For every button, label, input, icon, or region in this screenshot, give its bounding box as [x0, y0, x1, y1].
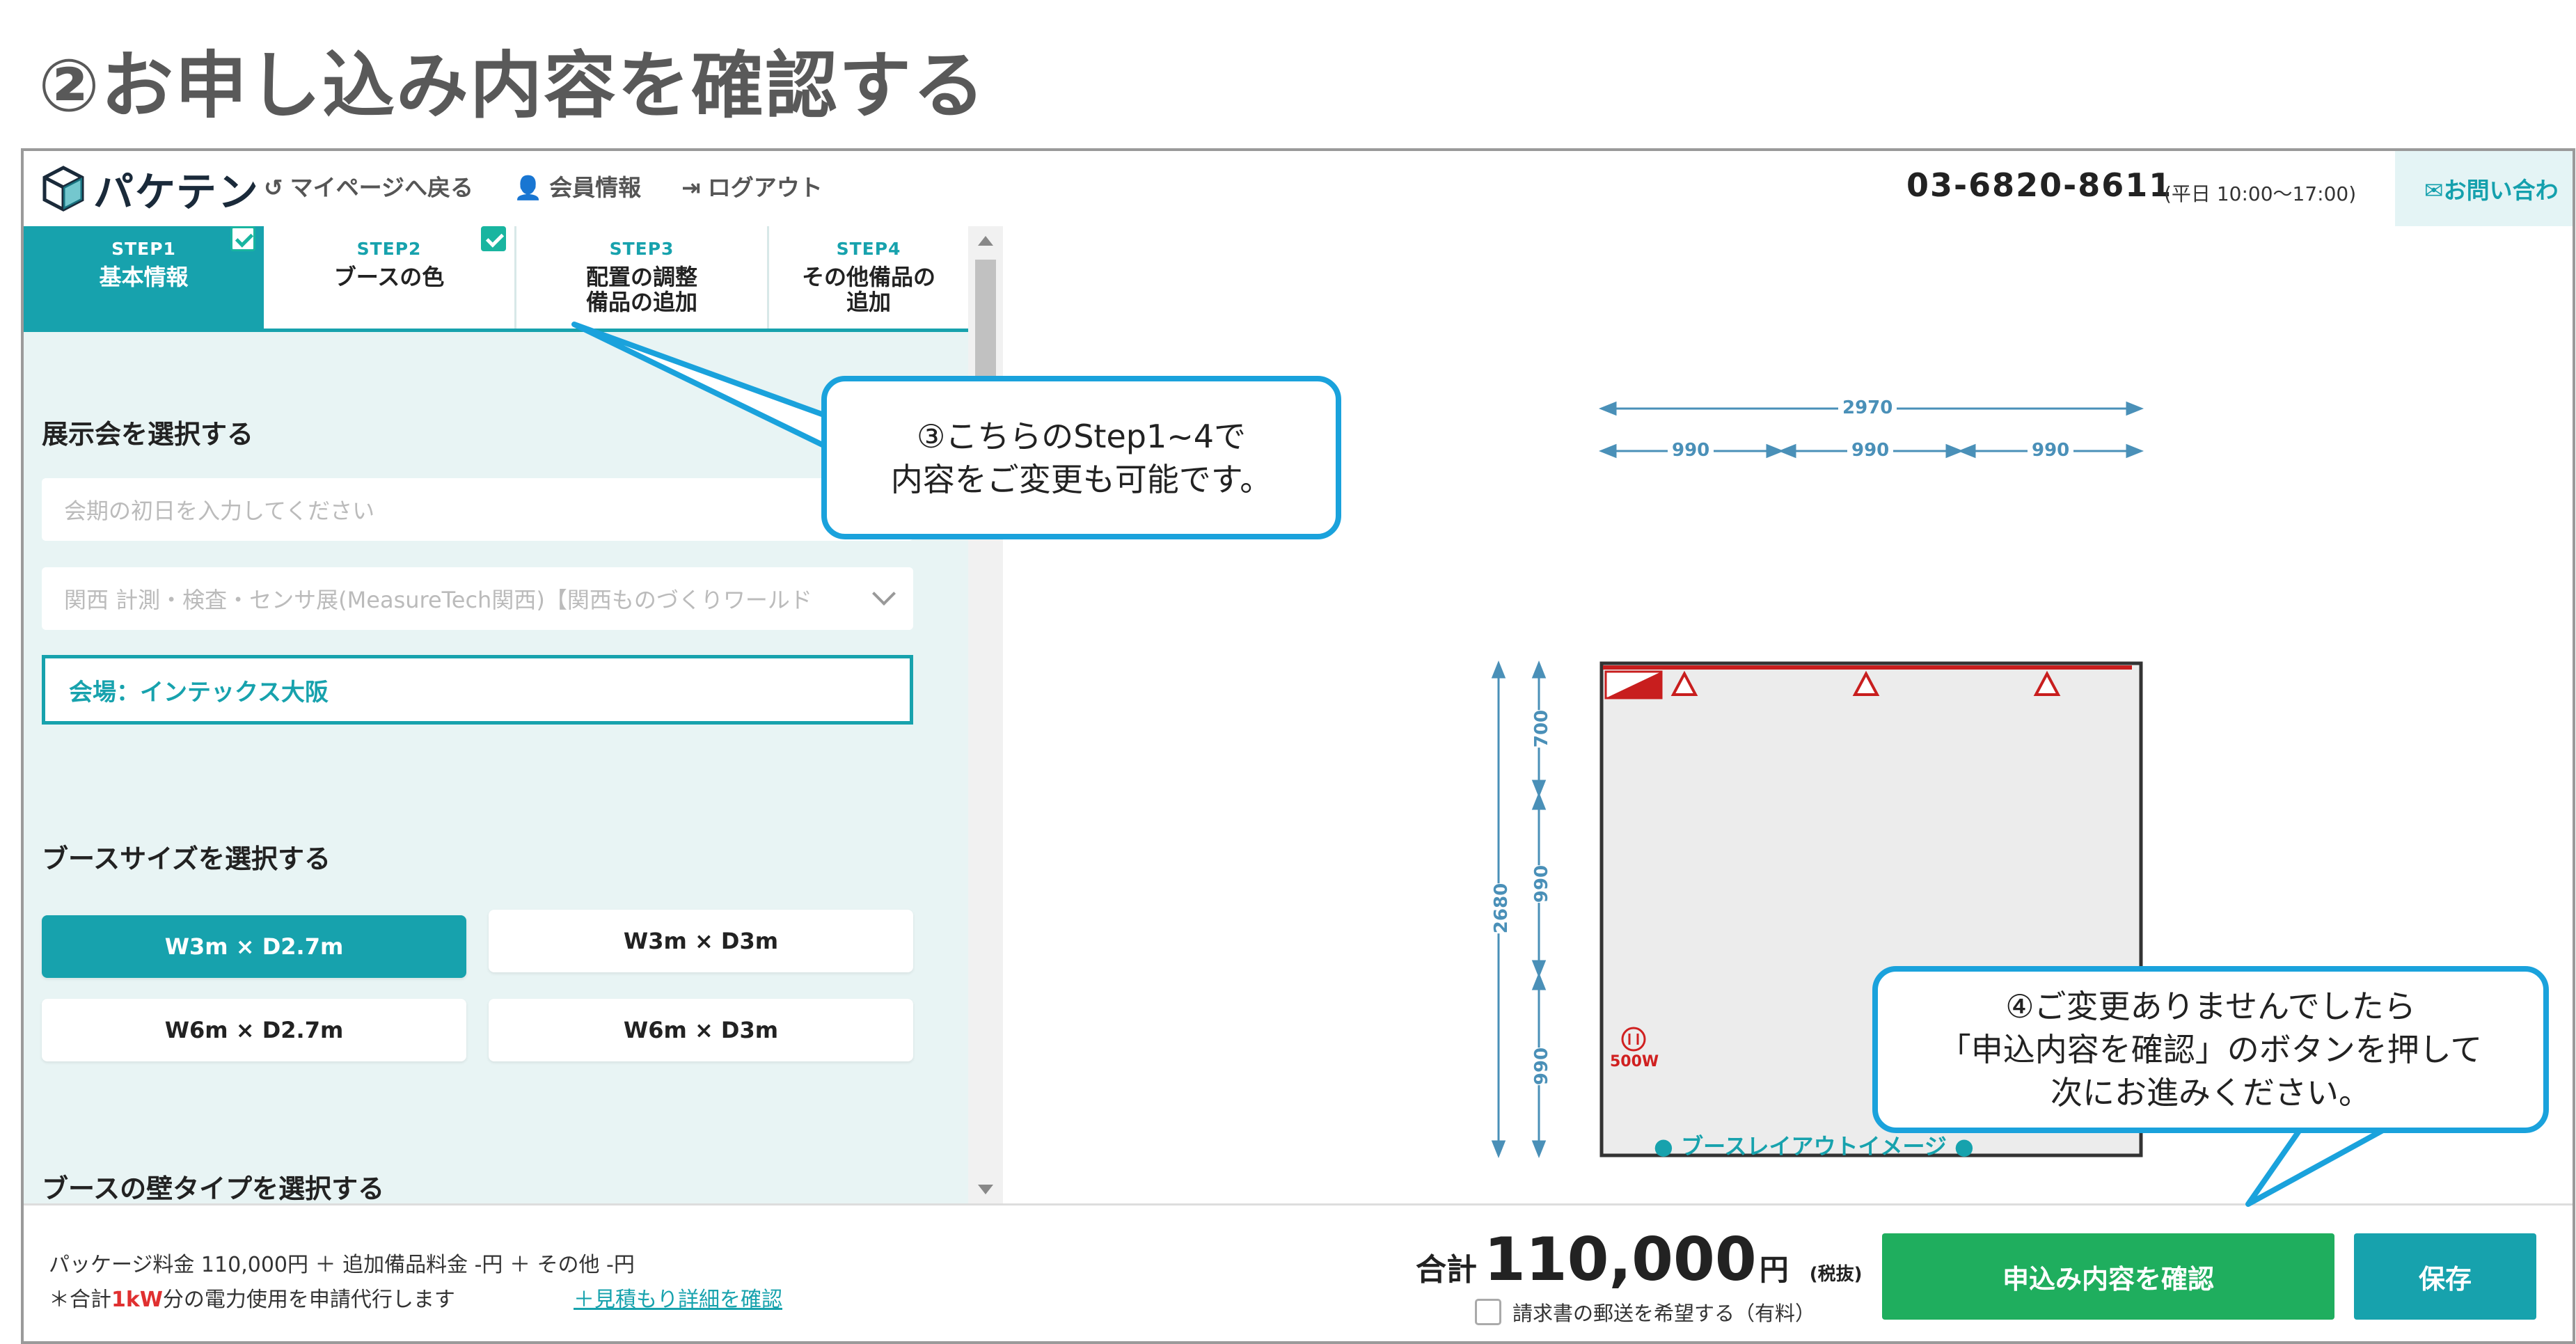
- step1-label: 基本情報: [99, 264, 189, 290]
- app-header: パケテン ↺ マイページへ戻る 👤 会員情報 ⇥ ログアウト 03-6820-8611…: [24, 151, 2573, 226]
- total-label: 合計: [1416, 1252, 1477, 1288]
- phone-number: 03-6820-8611: [1906, 166, 2173, 204]
- step3-num: STEP3: [609, 239, 674, 259]
- total-price: 合計 110,000 円 (税抜): [1416, 1225, 1863, 1295]
- box-logo-icon: [42, 166, 84, 212]
- venue-display: 会場：インテックス大阪: [42, 655, 913, 725]
- date-input[interactable]: 会期の初日を入力してください: [42, 478, 913, 541]
- estimate-detail-link[interactable]: ＋見積もり詳細を確認: [574, 1282, 782, 1313]
- mail-option[interactable]: 請求書の郵送を希望する（有料）: [1475, 1297, 1815, 1327]
- price-footer: パッケージ料金 110,000円 ＋ 追加備品料金 -円 ＋ その他 -円 ＊合…: [24, 1203, 2573, 1341]
- wall-type-heading: ブースの壁タイプを選択する: [42, 1173, 385, 1204]
- nav-member-link[interactable]: 👤 会員情報: [514, 169, 641, 203]
- width-total-label: 2970: [1838, 397, 1897, 418]
- width-seg-label: 990: [1668, 440, 1714, 461]
- step1-num: STEP1: [111, 239, 176, 259]
- layout-caption: ● ブースレイアウトイメージ ●: [1654, 1133, 1974, 1160]
- check-icon: [230, 226, 255, 251]
- size-option-w6-d3[interactable]: W6m × D3m: [489, 999, 913, 1061]
- size-option-w3-d3[interactable]: W3m × D3m: [489, 910, 913, 972]
- tab-step4[interactable]: STEP4 その他備品の 追加: [769, 226, 968, 329]
- tab-step1[interactable]: STEP1 基本情報: [24, 226, 264, 329]
- step2-label: ブースの色: [333, 264, 445, 290]
- step4-label: その他備品の 追加: [801, 264, 935, 315]
- total-value: 110,000: [1484, 1225, 1757, 1295]
- confirm-callout-line3: 次にお進みください。: [2050, 1074, 2371, 1112]
- slide-title: ②お申し込み内容を確認する: [38, 43, 987, 128]
- contact-button[interactable]: ✉お問い合わ: [2395, 151, 2573, 226]
- tax-note: (税抜): [1809, 1264, 1863, 1285]
- power-label: 500W: [1610, 1053, 1659, 1070]
- step3-label: 配置の調整 備品の追加: [585, 264, 697, 315]
- exhibition-heading: 展示会を選択する: [42, 419, 254, 450]
- nav-mypage-label: マイページへ戻る: [290, 174, 473, 201]
- user-icon: 👤: [514, 174, 543, 201]
- nav-member-label: 会員情報: [549, 174, 642, 201]
- width-seg-label: 990: [1847, 440, 1894, 461]
- save-button[interactable]: 保存: [2354, 1233, 2536, 1320]
- business-hours: (平日 10:00～17:00): [2164, 182, 2357, 205]
- scroll-up-icon[interactable]: [978, 236, 993, 246]
- step-callout-line2: 内容をご変更も可能です。: [890, 460, 1272, 498]
- width-seg-label: 990: [2028, 440, 2074, 461]
- step4-num: STEP4: [836, 239, 901, 259]
- tab-step2[interactable]: STEP2 ブースの色: [264, 226, 514, 329]
- header-nav: ↺ マイページへ戻る 👤 会員情報 ⇥ ログアウト: [264, 169, 823, 203]
- depth-total-label: 2680: [1491, 883, 1512, 934]
- size-option-w3-d27[interactable]: W3m × D2.7m: [42, 915, 466, 978]
- nav-mypage-link[interactable]: ↺ マイページへ戻る: [264, 169, 473, 203]
- price-breakdown: パッケージ料金 110,000円 ＋ 追加備品料金 -円 ＋ その他 -円: [49, 1253, 635, 1277]
- total-unit: 円: [1759, 1253, 1789, 1287]
- app-window: パケテン ↺ マイページへ戻る 👤 会員情報 ⇥ ログアウト 03-6820-8611…: [21, 148, 2575, 1344]
- exhibition-select[interactable]: 関西 計測・検査・センサ展(MeasureTech関西)【関西ものづくりワールド: [42, 567, 913, 630]
- depth-seg-label: 700: [1531, 709, 1553, 748]
- back-icon: ↺: [264, 174, 283, 201]
- tab-step3[interactable]: STEP3 配置の調整 備品の追加: [516, 226, 767, 329]
- step-callout: ③こちらのStep1~4で 内容をご変更も可能です。: [821, 376, 1341, 539]
- power-note: ＊合計1kW分の電力使用を申請代行します: [49, 1288, 455, 1312]
- logout-icon: ⇥: [681, 174, 701, 201]
- confirm-callout: ④ご変更ありませんでしたら 「申込内容を確認」のボタンを押して 次にお進みくださ…: [1872, 966, 2549, 1133]
- step-tabs: STEP1 基本情報 STEP2 ブースの色 STEP3 配置の調整 備品の追加 …: [24, 226, 968, 332]
- confirm-callout-line1: ④ご変更ありませんでしたら: [2005, 988, 2416, 1025]
- mail-checkbox[interactable]: [1475, 1299, 1501, 1325]
- logo[interactable]: パケテン: [42, 161, 260, 216]
- step-callout-line1: ③こちらのStep1~4で: [916, 417, 1247, 455]
- confirm-application-button[interactable]: 申込み内容を確認: [1882, 1233, 2334, 1320]
- size-option-w6-d27[interactable]: W6m × D2.7m: [42, 999, 466, 1061]
- chevron-down-icon: [872, 582, 896, 606]
- nav-logout-link[interactable]: ⇥ ログアウト: [681, 169, 823, 203]
- panel-scrollbar[interactable]: [968, 226, 1003, 1204]
- depth-seg-label: 990: [1531, 864, 1553, 903]
- depth-seg-label: 990: [1531, 1047, 1553, 1086]
- booth-size-heading: ブースサイズを選択する: [42, 844, 331, 874]
- nav-logout-label: ログアウト: [707, 174, 823, 201]
- exhibition-select-value: 関西 計測・検査・センサ展(MeasureTech関西)【関西ものづくりワールド: [64, 587, 812, 613]
- mail-option-label: 請求書の郵送を希望する（有料）: [1512, 1302, 1816, 1325]
- settings-panel: STEP1 基本情報 STEP2 ブースの色 STEP3 配置の調整 備品の追加 …: [24, 226, 975, 1204]
- step2-num: STEP2: [356, 239, 422, 259]
- scroll-down-icon[interactable]: [978, 1185, 993, 1194]
- check-icon: [481, 226, 506, 251]
- logo-text: パケテン: [93, 168, 260, 216]
- confirm-callout-line2: 「申込内容を確認」のボタンを押して: [1938, 1031, 2483, 1068]
